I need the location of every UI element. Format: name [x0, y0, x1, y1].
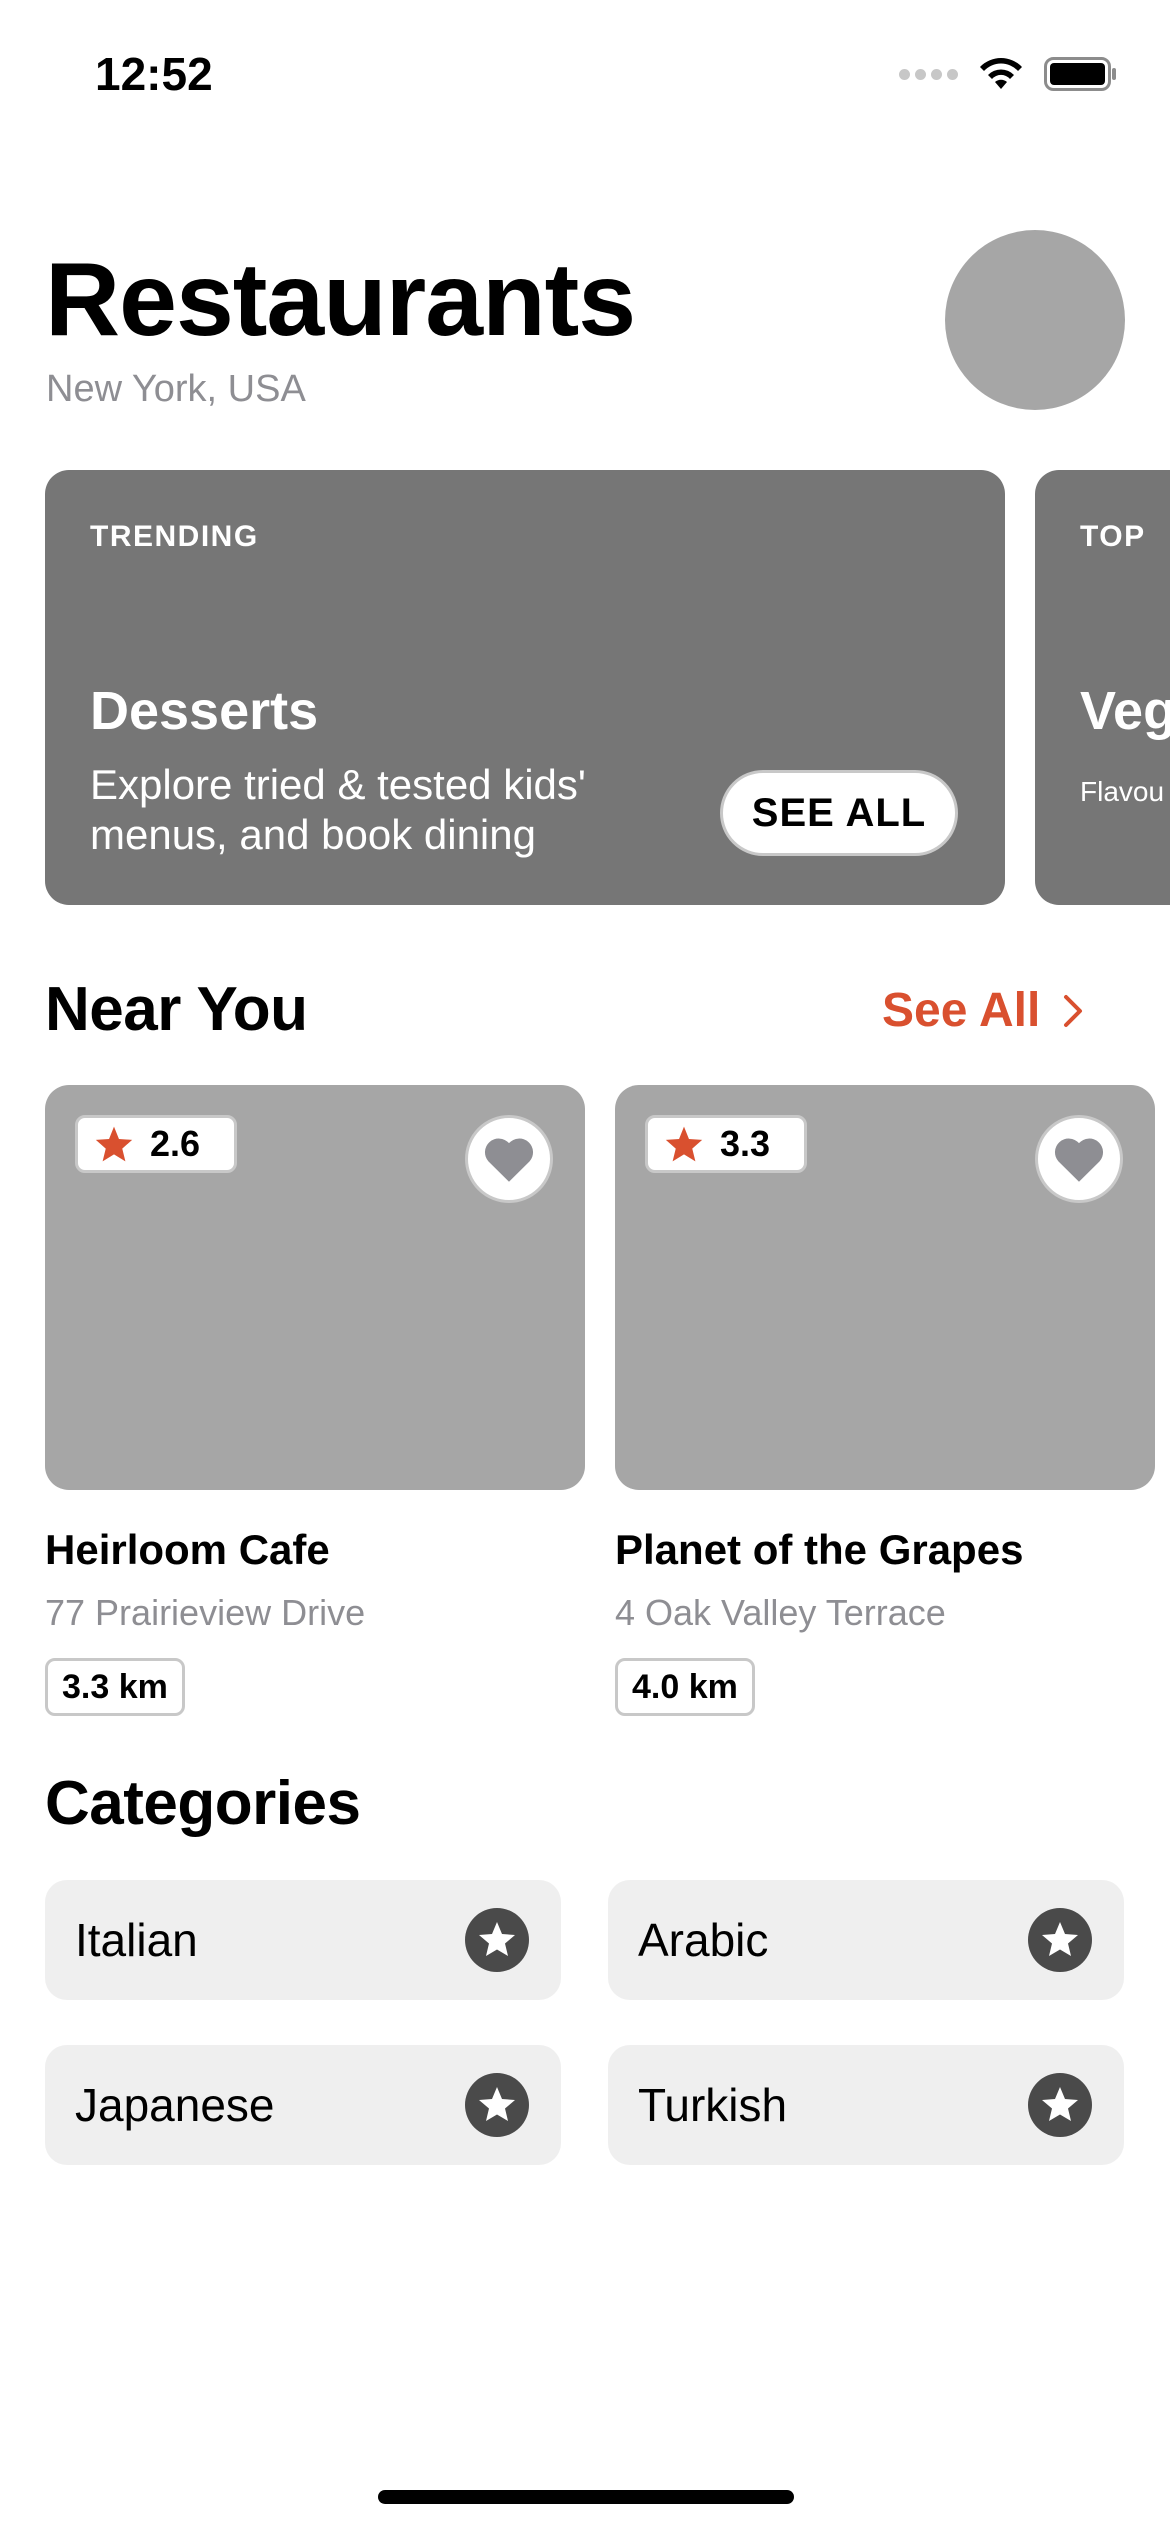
- star-icon: [95, 1126, 133, 1162]
- promo-description: Flavou harissa: [1080, 776, 1170, 807]
- category-tile-italian[interactable]: Italian: [45, 1880, 561, 2000]
- favorite-button[interactable]: [1035, 1115, 1123, 1203]
- rating-badge: 3.3: [645, 1115, 807, 1173]
- promo-kicker: TOP: [1080, 520, 1146, 553]
- heart-icon: [1054, 1138, 1104, 1182]
- rating-value: 2.6: [150, 1123, 201, 1164]
- rating-value: 3.3: [720, 1123, 771, 1164]
- near-you-heading: Near You: [45, 975, 308, 1044]
- category-tile-japanese[interactable]: Japanese: [45, 2045, 561, 2165]
- avatar[interactable]: [945, 230, 1125, 410]
- star-icon: [1028, 1908, 1092, 1972]
- see-all-button[interactable]: SEE ALL: [720, 770, 958, 856]
- see-all-label: See All: [882, 984, 1041, 1037]
- place-address: 77 Prairieview Drive: [45, 1592, 366, 1633]
- promo-description: Explore tried & tested kids' menus, and …: [90, 761, 586, 858]
- page-title: Restaurants: [45, 242, 636, 358]
- status-time: 12:52: [95, 48, 213, 100]
- location-label: New York, USA: [46, 368, 306, 410]
- distance-badge: 3.3 km: [45, 1658, 185, 1716]
- promo-card-top[interactable]: TOP Veg Flavou harissa: [1035, 470, 1170, 905]
- star-icon: [665, 1126, 703, 1162]
- battery-icon: [1044, 57, 1116, 91]
- category-label: Italian: [75, 1914, 198, 1966]
- promo-kicker: TRENDING: [90, 520, 259, 553]
- place-card[interactable]: 3.3 Planet of the Grapes 4 Oak Valley Te…: [615, 1085, 1155, 1716]
- place-image[interactable]: 3.3: [615, 1085, 1155, 1490]
- category-label: Japanese: [75, 2079, 275, 2131]
- heart-icon: [484, 1138, 534, 1182]
- star-icon: [465, 1908, 529, 1972]
- promo-carousel[interactable]: TRENDING Desserts Explore tried & tested…: [0, 470, 1170, 906]
- cellular-signal-icon: [899, 68, 958, 80]
- rating-badge: 2.6: [75, 1115, 237, 1173]
- category-label: Arabic: [638, 1914, 769, 1966]
- status-indicators: [899, 54, 1118, 94]
- place-address: 4 Oak Valley Terrace: [615, 1592, 946, 1633]
- category-tile-turkish[interactable]: Turkish: [608, 2045, 1124, 2165]
- star-icon: [465, 2073, 529, 2137]
- favorite-button[interactable]: [465, 1115, 553, 1203]
- place-name: Planet of the Grapes: [615, 1526, 1024, 1573]
- star-icon: [1028, 2073, 1092, 2137]
- promo-title: Desserts: [90, 681, 319, 741]
- promo-title: Veg: [1080, 681, 1170, 741]
- place-card[interactable]: 2.6 Heirloom Cafe 77 Prairieview Drive 3…: [45, 1085, 585, 1716]
- home-indicator[interactable]: [378, 2490, 794, 2504]
- category-label: Turkish: [638, 2079, 788, 2131]
- wifi-icon: [980, 58, 1022, 89]
- categories-heading: Categories: [45, 1769, 361, 1838]
- category-tile-arabic[interactable]: Arabic: [608, 1880, 1124, 2000]
- place-name: Heirloom Cafe: [45, 1526, 330, 1573]
- promo-card-trending[interactable]: TRENDING Desserts Explore tried & tested…: [45, 470, 1005, 905]
- distance-badge: 4.0 km: [615, 1658, 755, 1716]
- place-image[interactable]: 2.6: [45, 1085, 585, 1490]
- chevron-right-icon: [1064, 995, 1083, 1027]
- near-you-see-all-link[interactable]: See All: [882, 976, 1084, 1046]
